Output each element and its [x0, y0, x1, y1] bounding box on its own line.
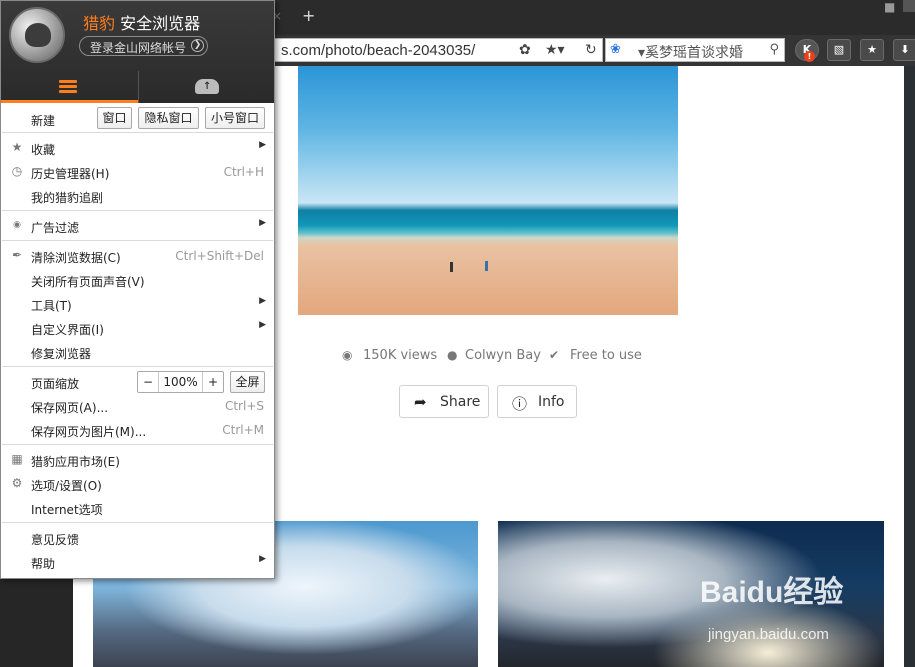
clock-icon: ◷ — [11, 164, 23, 178]
brand-title: 猎豹 安全浏览器 — [83, 14, 201, 33]
menu-item-app-market[interactable]: ▦ 猎豹应用市场(E) — [1, 448, 274, 472]
lock-icon[interactable]: ▧ — [827, 39, 851, 61]
login-button[interactable]: 登录金山网络帐号 ❯ — [79, 36, 208, 56]
license-text[interactable]: Free to use — [570, 348, 642, 363]
info-button[interactable]: ⓘ Info — [497, 385, 577, 418]
menu-item-settings[interactable]: ⚙ 选项/设置(O) — [1, 472, 274, 496]
zoom-out-button[interactable]: − — [138, 372, 158, 392]
info-label: Info — [538, 394, 565, 410]
reload-icon[interactable]: ↻ — [585, 42, 597, 58]
favorite-star-icon[interactable]: ★ — [860, 39, 884, 61]
url-text[interactable]: s.com/photo/beach-2043035/ — [281, 42, 475, 59]
speed-mode-icon[interactable]: ✿ — [519, 42, 531, 58]
share-arrow-icon: ➦ — [414, 393, 427, 411]
search-icon[interactable]: ⚲ — [769, 42, 779, 57]
menu-item-help[interactable]: 帮助 ▶ — [1, 550, 274, 574]
baidu-watermark: Baidu经验 — [700, 576, 844, 609]
search-input[interactable]: ▾奚梦瑶首谈求婚 — [638, 42, 743, 62]
check-circle-icon: ✔ — [549, 348, 560, 362]
submenu-arrow-icon: ▶ — [259, 320, 266, 330]
baidu-paw-icon[interactable]: ❀ — [610, 42, 621, 57]
star-icon: ★ — [11, 140, 23, 154]
menu-item-feedback[interactable]: 意见反馈 — [1, 526, 274, 550]
cheetah-logo[interactable] — [9, 7, 65, 63]
eye-icon: ◉ — [342, 348, 353, 362]
chevron-right-icon: ❯ — [191, 39, 204, 52]
zoom-level: 100% — [158, 372, 203, 392]
submenu-arrow-icon: ▶ — [259, 140, 266, 150]
submenu-arrow-icon: ▶ — [259, 296, 266, 306]
page-right-margin — [904, 66, 915, 667]
tab-menu[interactable] — [1, 71, 138, 103]
browser-main-menu: 猎豹 安全浏览器 登录金山网络帐号 ❯ ↑ 新建 窗口 隐私窗口 小号窗口 ★ … — [0, 0, 275, 579]
new-tab-button[interactable]: + — [302, 6, 315, 25]
share-label: Share — [440, 394, 481, 410]
menu-item-adblock[interactable]: ◉ 广告过滤 ▶ — [1, 214, 274, 238]
menu-item-customize[interactable]: 自定义界面(I) ▶ — [1, 316, 274, 340]
menu-item-save-as-image[interactable]: 保存网页为图片(M)... Ctrl+M — [1, 418, 274, 442]
ad-icon: ◉ — [13, 220, 21, 230]
new-alt-account-window-button[interactable]: 小号窗口 — [205, 107, 265, 129]
menu-item-history[interactable]: ◷ 历史管理器(H) Ctrl+H — [1, 160, 274, 184]
menu-item-repair[interactable]: 修复浏览器 — [1, 340, 274, 364]
alert-badge-icon: ! — [804, 51, 815, 62]
menu-item-clear-data[interactable]: ✒ 清除浏览数据(C) Ctrl+Shift+Del — [1, 244, 274, 268]
new-window-button[interactable]: 窗口 — [97, 107, 132, 129]
menu-item-mute-all[interactable]: 关闭所有页面声音(V) — [1, 268, 274, 292]
cart-icon: ▦ — [11, 452, 23, 466]
menu-header: 猎豹 安全浏览器 登录金山网络帐号 ❯ ↑ — [1, 1, 274, 103]
broom-icon: ✒ — [11, 248, 23, 262]
menu-item-tools[interactable]: 工具(T) ▶ — [1, 292, 274, 316]
menu-item-favorites[interactable]: ★ 收藏 ▶ — [1, 136, 274, 160]
address-bar[interactable]: s.com/photo/beach-2043035/ ✿ ★▾ ↻ — [270, 38, 603, 62]
download-icon[interactable]: ⬇ — [893, 39, 915, 61]
beach-photo[interactable] — [298, 66, 678, 315]
person-figure — [450, 262, 453, 272]
info-icon: ⓘ — [512, 395, 528, 413]
location-text[interactable]: Colwyn Bay — [465, 348, 541, 363]
menu-item-internet-options[interactable]: Internet选项 — [1, 496, 274, 520]
menu-item-save-page[interactable]: 保存网页(A)... Ctrl+S — [1, 394, 274, 418]
hamburger-icon — [59, 80, 77, 94]
share-button[interactable]: ➦ Share — [399, 385, 489, 418]
window-control[interactable] — [903, 0, 915, 12]
submenu-arrow-icon: ▶ — [259, 218, 266, 228]
zoom-control: − 100% + — [137, 371, 224, 393]
new-label: 新建 — [31, 114, 56, 128]
gear-icon: ⚙ — [11, 476, 23, 490]
views-count: 150K views — [363, 348, 438, 363]
star-icon[interactable]: ★▾ — [545, 42, 565, 58]
submenu-arrow-icon: ▶ — [259, 554, 266, 564]
person-figure — [485, 261, 488, 271]
location-pin-icon: ● — [447, 348, 458, 362]
new-private-window-button[interactable]: 隐私窗口 — [138, 107, 199, 129]
fullscreen-button[interactable]: 全屏 — [230, 371, 265, 393]
skin-icon[interactable]: ■ — [884, 0, 895, 14]
menu-item-follow-shows[interactable]: 我的猎豹追剧 — [1, 184, 274, 208]
search-box[interactable]: ❀ ▾奚梦瑶首谈求婚 ⚲ — [605, 38, 785, 62]
zoom-in-button[interactable]: + — [203, 372, 223, 392]
tab-cloud[interactable]: ↑ — [138, 71, 274, 103]
baidu-watermark-url: jingyan.baidu.com — [708, 626, 829, 643]
